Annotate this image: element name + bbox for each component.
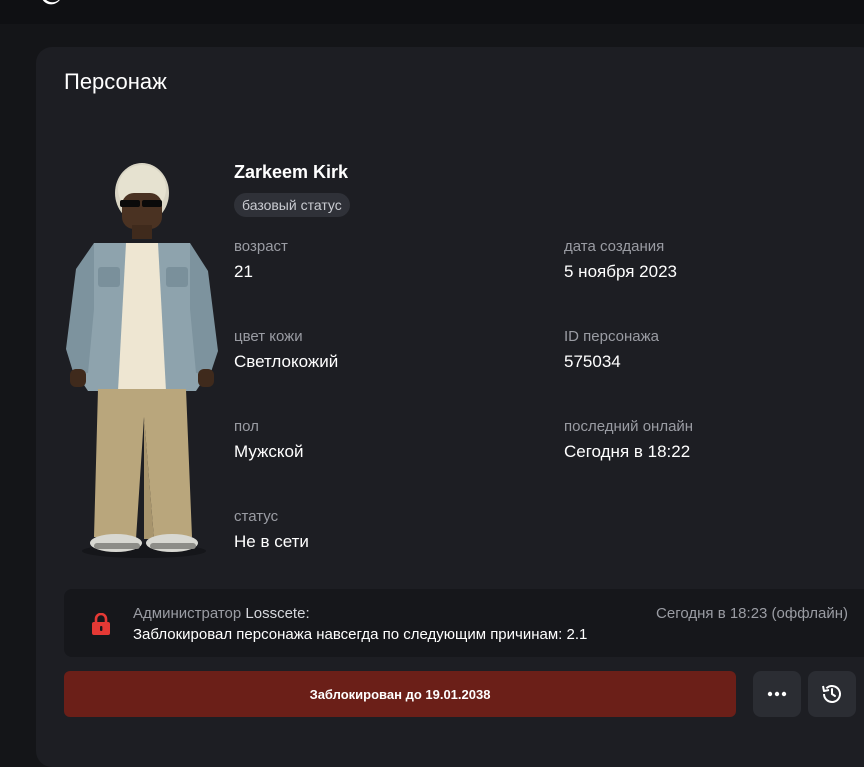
- character-id-value: 575034: [564, 352, 621, 371]
- age-value: 21: [234, 262, 253, 281]
- history-icon: [822, 685, 841, 703]
- created-date-value: 5 ноября 2023: [564, 262, 677, 281]
- admin-name[interactable]: Losscete:: [245, 605, 309, 622]
- age-label: возраст: [234, 238, 288, 255]
- more-dots-icon: [767, 691, 787, 697]
- lock-icon: [92, 613, 110, 635]
- character-name: Zarkeem Kirk: [234, 162, 349, 182]
- online-status-value: Не в сети: [234, 532, 309, 551]
- status-badge: базовый статус: [234, 193, 350, 217]
- character-id-label: ID персонажа: [564, 328, 659, 345]
- top-bar: [0, 0, 864, 24]
- ban-log-entry: Администратор Losscete: Сегодня в 18:23 …: [64, 589, 864, 657]
- page-title: Персонаж: [64, 69, 167, 94]
- character-avatar-image: [66, 163, 218, 558]
- gender-label: пол: [234, 418, 259, 435]
- admin-line: Администратор Losscete:: [133, 605, 310, 622]
- banned-until-button[interactable]: Заблокирован до 19.01.2038: [64, 671, 736, 717]
- log-message: Заблокировал персонажа навсегда по следу…: [133, 626, 588, 643]
- online-status-label: статус: [234, 508, 279, 525]
- history-button[interactable]: [808, 671, 856, 717]
- skin-color-value: Светлокожий: [234, 352, 339, 371]
- last-online-label: последний онлайн: [564, 418, 694, 435]
- more-options-button[interactable]: [753, 671, 801, 717]
- created-date-label: дата создания: [564, 238, 665, 255]
- gender-value: Мужской: [234, 442, 304, 461]
- log-timestamp: Сегодня в 18:23 (оффлайн): [656, 605, 848, 622]
- moon-logo-icon[interactable]: [34, 0, 64, 8]
- skin-color-label: цвет кожи: [234, 328, 303, 345]
- admin-role: Администратор: [133, 605, 242, 622]
- character-card: Персонаж Zarkeem Kirk базовый статус воз…: [36, 47, 864, 767]
- last-online-value: Сегодня в 18:22: [564, 442, 691, 461]
